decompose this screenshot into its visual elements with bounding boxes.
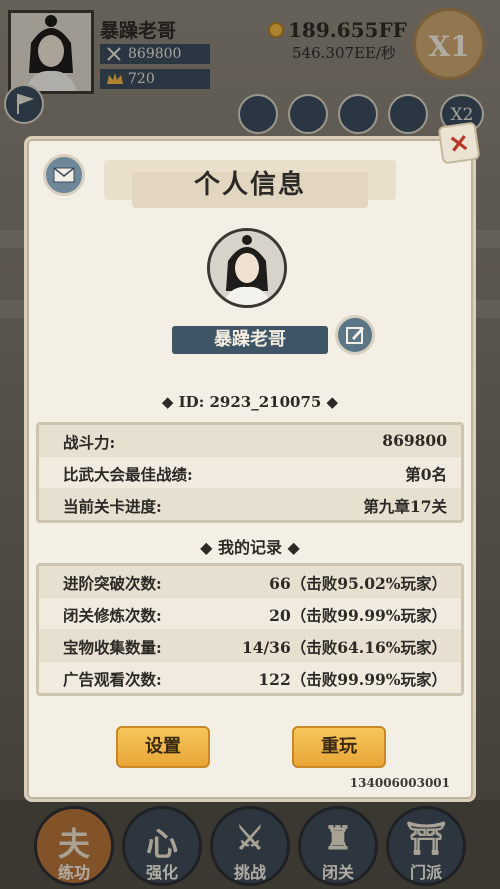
- settings-button[interactable]: 设置: [116, 726, 210, 768]
- row-value: 14/36（击败64.16%玩家）: [241, 638, 447, 657]
- footer-code: 134006003001: [349, 776, 450, 790]
- panel-title: 个人信息: [193, 170, 306, 200]
- envelope-icon: [53, 167, 75, 183]
- row-label: 进阶突破次数:: [63, 574, 162, 593]
- character-avatar-icon: [210, 231, 284, 305]
- player-id: ◆ ID: 2923_210075 ◆: [161, 393, 339, 411]
- close-button[interactable]: ✕: [437, 121, 481, 165]
- row-value: 66（击败95.02%玩家）: [269, 574, 447, 593]
- table-row: 进阶突破次数: 66（击败95.02%玩家）: [39, 566, 461, 598]
- row-label: 广告观看次数:: [63, 670, 162, 689]
- edit-name-button[interactable]: [335, 315, 375, 355]
- row-label: 战斗力:: [63, 433, 116, 452]
- player-name-plate: 暴躁老哥: [172, 326, 328, 354]
- table-row: 战斗力: 869800: [39, 425, 461, 457]
- records-title: ◆ 我的记录 ◆: [200, 538, 300, 557]
- table-row: 当前关卡进度: 第九章17关: [39, 489, 461, 520]
- row-label: 宝物收集数量:: [63, 638, 162, 657]
- row-label: 比武大会最佳战绩:: [63, 465, 193, 484]
- row-label: 闭关修炼次数:: [63, 606, 162, 625]
- edit-icon: [346, 327, 364, 344]
- replay-button[interactable]: 重玩: [292, 726, 386, 768]
- row-value: 122（击败99.99%玩家）: [258, 670, 447, 689]
- row-label: 当前关卡进度:: [63, 497, 162, 516]
- table-row: 宝物收集数量: 14/36（击败64.16%玩家）: [39, 630, 461, 662]
- table-row: 闭关修炼次数: 20（击败99.99%玩家）: [39, 598, 461, 630]
- close-icon: ✕: [447, 127, 472, 160]
- table-row: 广告观看次数: 122（击败99.99%玩家）: [39, 662, 461, 693]
- row-value: 20（击败99.99%玩家）: [269, 606, 447, 625]
- row-value: 869800: [382, 431, 447, 450]
- records-table: 进阶突破次数: 66（击败95.02%玩家） 闭关修炼次数: 20（击败99.9…: [36, 563, 464, 696]
- avatar: [207, 228, 287, 308]
- table-row: 比武大会最佳战绩: 第0名: [39, 457, 461, 489]
- stats-table: 战斗力: 869800 比武大会最佳战绩: 第0名 当前关卡进度: 第九章17关: [36, 422, 464, 523]
- row-value: 第九章17关: [363, 497, 447, 516]
- row-value: 第0名: [405, 465, 447, 484]
- mail-button[interactable]: [43, 154, 85, 196]
